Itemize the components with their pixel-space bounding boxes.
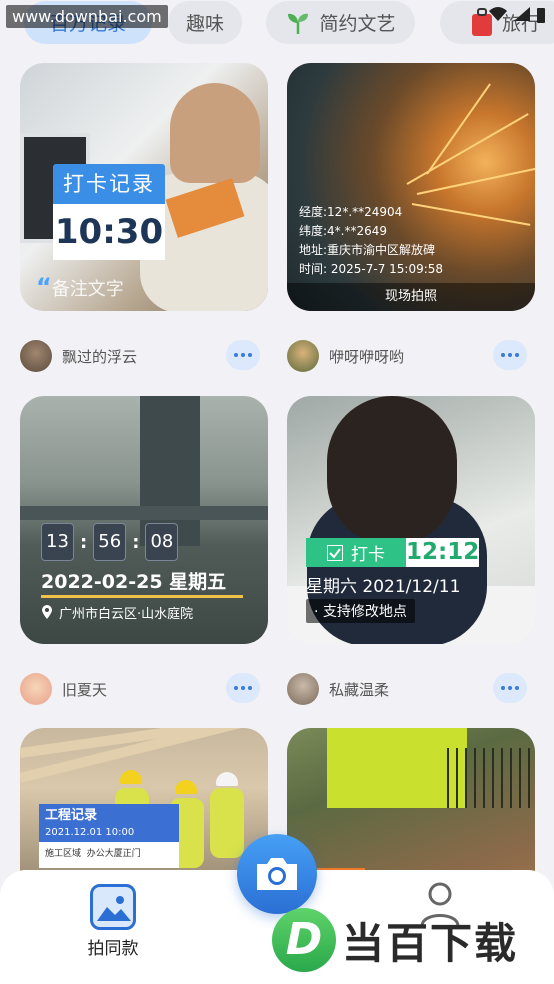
sprout-icon (288, 13, 309, 34)
avatar (20, 340, 52, 372)
tab-label: 拍同款 (87, 939, 139, 959)
user-row[interactable]: 咿呀咿呀哟 (287, 338, 404, 374)
chip-simple-art[interactable]: 简约文艺 (266, 1, 415, 44)
photo-caption: 现场拍照 (287, 283, 535, 311)
spark (426, 83, 491, 175)
username: 咿呀咿呀哟 (329, 347, 405, 366)
signal-icon (514, 7, 530, 21)
memo-text: “备注文字 (36, 273, 124, 301)
template-card-clock-date[interactable]: 13 : 56 : 08 2022-02-25 星期五 广州市白云区·山水庭院 (20, 396, 268, 644)
location-text: 广州市白云区·山水庭院 (59, 607, 194, 622)
punch-time: 10:30 (53, 204, 165, 260)
brand-text: 当百下载 (342, 918, 519, 968)
worker (210, 788, 244, 858)
more-button[interactable] (493, 673, 527, 703)
category-chips: 百万记录 趣味 简约文艺 旅行 www.downbai.com (0, 0, 554, 48)
clock-in-time: 12:12 (406, 538, 480, 567)
user-row[interactable]: 私藏温柔 (287, 671, 389, 707)
avatar (287, 340, 319, 372)
template-card-punch-record[interactable]: 打卡记录 10:30 “备注文字 (20, 63, 268, 311)
location-pin-icon (42, 605, 52, 619)
battery-icon (537, 8, 545, 23)
wifi-icon (489, 7, 507, 21)
more-button[interactable] (226, 673, 260, 703)
status-bar-icons (488, 6, 546, 24)
chip-label: 趣味 (185, 13, 224, 35)
spark (416, 165, 535, 195)
chip-fun[interactable]: 趣味 (168, 1, 242, 44)
username: 旧夏天 (62, 680, 108, 699)
brand-watermark: D 当百下载 (272, 908, 518, 972)
photo-person (170, 83, 260, 183)
safety-vest (327, 728, 467, 808)
site-watermark: www.downbai.com (6, 5, 168, 28)
clock-colon: : (132, 531, 140, 553)
divider-line (41, 595, 243, 598)
clock-colon: : (80, 531, 88, 553)
flip-clock: 13 : 56 : 08 (41, 523, 179, 561)
username: 私藏温柔 (329, 680, 390, 699)
photo-hair (327, 396, 457, 546)
user-row[interactable]: 旧夏天 (20, 671, 107, 707)
geo-info: 经度:12*.**24904 纬度:4*.**2649 地址:重庆市渝中区解放碑… (299, 203, 443, 279)
hard-hat (175, 780, 197, 794)
tab-same-style[interactable]: 拍同款 (80, 884, 146, 959)
template-card-clock-in[interactable]: 打卡 12:12 星期六 2021/12/11 · 支持修改地点 (287, 396, 535, 644)
more-button[interactable] (226, 340, 260, 370)
clock-in-stamp: 打卡 12:12 (306, 538, 479, 567)
latitude: 纬度:4*.**2649 (299, 224, 388, 238)
clock-in-label: 打卡 (351, 545, 385, 565)
avatar (287, 673, 319, 705)
gallery-icon (90, 884, 136, 930)
template-card-site-photo[interactable]: 经度:12*.**24904 纬度:4*.**2649 地址:重庆市渝中区解放碑… (287, 63, 535, 311)
location: 广州市白云区·山水庭院 (41, 603, 193, 622)
date-weekday: 2022-02-25 星期五 (41, 571, 227, 593)
username: 飘过的浮云 (62, 347, 138, 366)
more-button[interactable] (493, 340, 527, 370)
address: 地址:重庆市渝中区解放碑 (299, 243, 436, 257)
eng-date: 2021.12.01 10:00 (45, 827, 135, 838)
clock-hours: 13 (41, 523, 74, 561)
fence (447, 748, 535, 808)
chip-label: 简约文艺 (319, 13, 396, 35)
longitude: 经度:12*.**24904 (299, 205, 403, 219)
user-row[interactable]: 飘过的浮云 (20, 338, 137, 374)
timestamp: 时间: 2025-7-7 15:09:58 (299, 262, 444, 276)
eng-area-value: 办公大厦正门 (86, 849, 141, 859)
avatar (20, 673, 52, 705)
quote-icon: “ (36, 273, 52, 301)
camera-button[interactable] (237, 834, 317, 914)
eng-title: 工程记录 (45, 808, 98, 823)
bridge-deck (20, 506, 268, 520)
eng-area-label: 施工区域 (45, 849, 82, 859)
clock-in-tag: 打卡 (306, 538, 406, 567)
engineering-stamp: 工程记录 2021.12.01 10:00 施工区域 办公大厦正门 (39, 804, 179, 868)
memo-label: 备注文字 (51, 279, 124, 300)
hard-hat (120, 770, 142, 784)
clock-minutes: 56 (93, 523, 127, 561)
location-edit-note: · 支持修改地点 (306, 599, 415, 623)
punch-title: 打卡记录 (53, 164, 165, 204)
clock-seconds: 08 (145, 523, 179, 561)
punch-stamp: 打卡记录 10:30 (53, 164, 165, 260)
camera-icon (257, 858, 297, 890)
date-weekday: 星期六 2021/12/11 (306, 577, 461, 597)
hard-hat (216, 772, 238, 786)
brand-logo-icon: D (272, 908, 336, 972)
checkmark-icon (327, 544, 343, 561)
